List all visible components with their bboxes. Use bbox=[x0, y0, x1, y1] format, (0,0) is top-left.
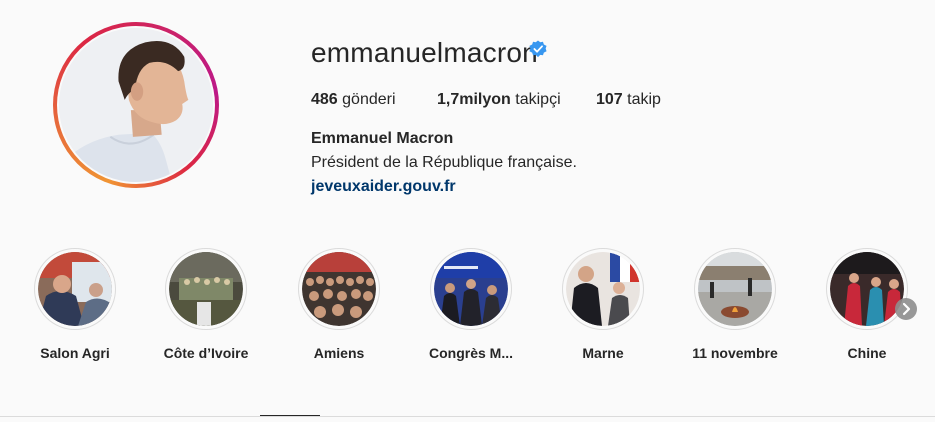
avatar-portrait-image bbox=[59, 28, 213, 182]
highlight-ring bbox=[430, 248, 512, 330]
section-divider bbox=[0, 416, 935, 417]
highlight-cover-image bbox=[302, 252, 376, 326]
highlights-next-button[interactable] bbox=[895, 298, 917, 320]
highlight-ring bbox=[165, 248, 247, 330]
posts-count-stat: 486 gönderi bbox=[311, 90, 396, 110]
highlight-label: 11 novembre bbox=[692, 345, 778, 361]
highlight-label: Chine bbox=[847, 345, 887, 361]
highlight-cote-divoire[interactable]: Côte d’Ivoire bbox=[146, 248, 266, 361]
profile-website-link[interactable]: jeveuxaider.gouv.fr bbox=[311, 178, 456, 196]
profile-username: emmanuelmacron bbox=[311, 37, 538, 68]
highlight-cover-image bbox=[434, 252, 508, 326]
highlight-label: Amiens bbox=[313, 345, 365, 361]
profile-avatar[interactable] bbox=[53, 22, 219, 188]
highlight-label: Salon Agri bbox=[40, 345, 110, 361]
followers-label: takipçi bbox=[515, 91, 561, 108]
followers-count: 1,7milyon bbox=[437, 91, 511, 108]
highlight-congres[interactable]: Congrès M... bbox=[411, 248, 531, 361]
following-label: takip bbox=[627, 91, 661, 108]
posts-count: 486 bbox=[311, 91, 338, 108]
verified-badge-icon bbox=[529, 40, 547, 58]
following-link[interactable]: 107 takip bbox=[596, 90, 661, 110]
highlight-cover-image bbox=[169, 252, 243, 326]
highlight-ring bbox=[694, 248, 776, 330]
highlight-label: Marne bbox=[582, 345, 624, 361]
highlight-label: Côte d’Ivoire bbox=[163, 345, 249, 361]
profile-bio: Président de la République française. bbox=[311, 154, 577, 171]
followers-link[interactable]: 1,7milyon takipçi bbox=[437, 90, 561, 110]
avatar-photo bbox=[59, 28, 213, 182]
posts-label: gönderi bbox=[342, 91, 396, 108]
highlight-label: Congrès M... bbox=[428, 345, 513, 361]
active-tab-indicator bbox=[260, 415, 320, 416]
highlight-amiens[interactable]: Amiens bbox=[279, 248, 399, 361]
highlight-ring bbox=[562, 248, 644, 330]
highlight-cover-image bbox=[566, 252, 640, 326]
following-count: 107 bbox=[596, 91, 623, 108]
highlight-11-novembre[interactable]: 11 novembre bbox=[675, 248, 795, 361]
profile-full-name: Emmanuel Macron bbox=[311, 130, 454, 147]
chevron-right-icon bbox=[902, 302, 911, 316]
highlight-marne[interactable]: Marne bbox=[543, 248, 663, 361]
highlight-ring bbox=[298, 248, 380, 330]
highlight-cover-image bbox=[38, 252, 112, 326]
highlight-salon-agri[interactable]: Salon Agri bbox=[15, 248, 135, 361]
highlight-ring bbox=[34, 248, 116, 330]
highlight-cover-image bbox=[830, 252, 904, 326]
highlight-cover-image bbox=[698, 252, 772, 326]
